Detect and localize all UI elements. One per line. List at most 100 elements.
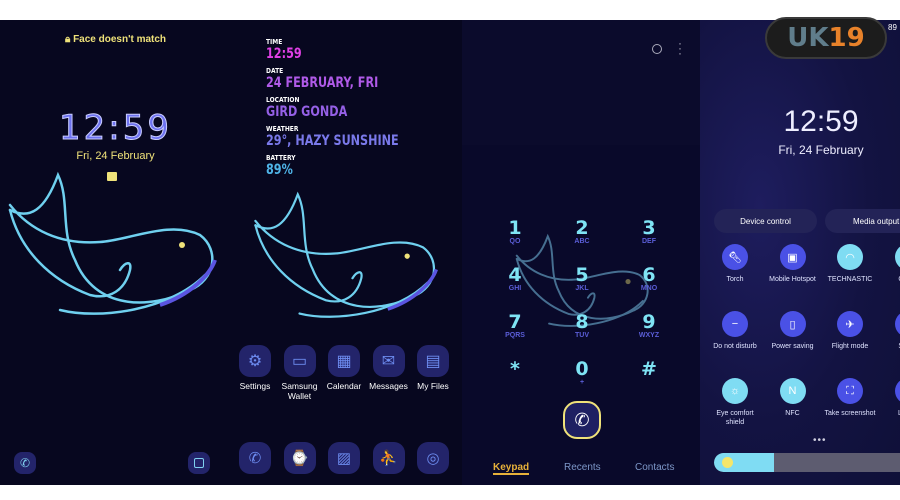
eye-comfort-icon: ☼ — [722, 378, 748, 404]
phone-shortcut-icon[interactable]: ✆ — [14, 452, 36, 474]
tile-label: Power saving — [771, 343, 814, 350]
widget-label: BATTERY — [266, 154, 296, 162]
media-output-button[interactable]: Media output — [825, 209, 900, 233]
screenshot-icon: ⛶ — [837, 378, 863, 404]
tile-eye-comfort-shield[interactable]: ☼ Eye comfort shield — [709, 378, 761, 427]
key-digit: 8 — [575, 311, 589, 333]
tile-label: Do not disturb — [713, 343, 757, 350]
tile-power-saving[interactable]: ▯ Power saving — [767, 311, 819, 351]
tile-scree[interactable]: ▢ Scree — [882, 311, 900, 351]
camera-shortcut-icon[interactable] — [188, 452, 210, 474]
wifi-icon: ◠ — [837, 244, 863, 270]
widget-label: TIME — [266, 38, 283, 46]
tile-torch[interactable]: 🔦︎ Torch — [709, 244, 761, 284]
dial-key-5[interactable]: 5 JKL — [557, 265, 607, 292]
app-label: Samsung Wallet — [281, 381, 318, 401]
key-digit: 0 — [575, 358, 589, 380]
widget-value: GIRD GONDA — [266, 104, 348, 120]
search-icon[interactable] — [652, 44, 662, 54]
app-label: My Files — [417, 381, 449, 391]
hotspot-icon: ▣ — [779, 244, 806, 270]
more-options-icon[interactable]: · · · — [678, 37, 682, 59]
tab-keypad[interactable]: Keypad — [493, 462, 530, 475]
widget-value: 24 FEBRUARY, FRI — [266, 75, 379, 91]
app-label: Messages — [369, 381, 408, 391]
calendar-icon: ▦ — [328, 345, 360, 377]
dial-key-0[interactable]: 0 + — [557, 359, 607, 386]
tile-label: Eye comfort shield — [716, 410, 754, 426]
face-status: 🔒︎ Face doesn't match — [64, 34, 167, 45]
key-letters: DEF — [642, 238, 656, 245]
lock-icon: 🔒︎ — [64, 34, 74, 45]
galaxy-icon: ◉ — [894, 244, 900, 270]
key-letters: + — [579, 379, 585, 386]
dial-key-#[interactable]: # — [624, 359, 674, 379]
lock-clock: 12:59 — [59, 108, 172, 149]
dial-key-8[interactable]: 8 TUV — [557, 312, 607, 339]
dock-app[interactable]: ⛹ — [365, 442, 413, 474]
dial-key-6[interactable]: 6 MNO — [624, 265, 674, 292]
dial-key-2[interactable]: 2 ABC — [557, 218, 607, 245]
tile-label: Take screenshot — [824, 410, 876, 417]
home-panel: TIME 12:59 DATE 24 FEBRUARY, FRI LOCATION GIR… — [231, 20, 462, 485]
tile-label: Scree — [882, 342, 900, 351]
tile-take-screenshot[interactable]: ⛶ Take screenshot — [824, 378, 876, 418]
device-control-button[interactable]: Device control — [714, 209, 817, 233]
dock-app[interactable]: ▨ — [320, 442, 368, 474]
dock-app[interactable]: ✆ — [231, 442, 279, 474]
dial-key-7[interactable]: 7 PQRS — [490, 312, 540, 339]
app-settings[interactable]: ⚙ Settings — [231, 345, 279, 391]
app-my-files[interactable]: ▤ My Files — [409, 345, 457, 391]
tile-label: Flight mode — [831, 343, 869, 350]
dock-app[interactable]: ⌚ — [276, 442, 324, 474]
tile-flight-mode[interactable]: ✈ Flight mode — [824, 311, 876, 351]
widget-label: DATE — [266, 67, 284, 75]
lockscreen-panel: 🔒︎ Face doesn't match 12:59 Fri, 24 Febr… — [0, 20, 231, 485]
key-letters: MNO — [640, 285, 658, 292]
key-digit: 1 — [508, 217, 522, 239]
key-digit: 6 — [642, 264, 656, 286]
tab-recents[interactable]: Recents — [564, 462, 601, 473]
phone-icon: ✆ — [239, 442, 271, 474]
tile-technastic[interactable]: ◠ TECHNASTIC — [824, 244, 876, 284]
lock-date: Fri, 24 February — [76, 150, 155, 162]
app-samsung-wallet[interactable]: ▭ Samsung Wallet — [276, 345, 324, 401]
tile-galax[interactable]: ◉ Galax — [882, 244, 900, 284]
key-digit: 9 — [642, 311, 656, 333]
tile-live-t[interactable]: ▶ Live T — [882, 378, 900, 418]
brightness-slider[interactable] — [714, 453, 900, 472]
dial-key-3[interactable]: 3 DEF — [624, 218, 674, 245]
key-letters: TUV — [575, 332, 589, 339]
key-letters: PQRS — [505, 332, 525, 339]
dnd-icon: − — [722, 311, 748, 337]
tile-do-not-disturb[interactable]: − Do not disturb — [709, 311, 761, 351]
call-button[interactable]: ✆ — [563, 401, 601, 439]
whale-illustration — [8, 171, 217, 315]
watermark-logo: UK 19 — [765, 17, 887, 59]
tile-label: TECHNASTIC — [827, 276, 873, 283]
app-calendar[interactable]: ▦ Calendar — [320, 345, 368, 391]
tile-label: Mobile Hotspot — [769, 276, 816, 283]
page-indicator: ••• — [813, 435, 827, 446]
dock-app[interactable]: ◎ — [409, 442, 457, 474]
tab-contacts[interactable]: Contacts — [635, 462, 674, 473]
nfc-icon: N — [779, 378, 806, 404]
fitness-icon: ⛹ — [372, 442, 405, 474]
key-letters: WXYZ — [638, 332, 660, 339]
my-files-icon: ▤ — [417, 345, 449, 377]
app-messages[interactable]: ✉ Messages — [365, 345, 413, 391]
battery-status: 89 — [888, 23, 897, 32]
dial-key-1[interactable]: 1 QO — [490, 218, 540, 245]
dial-key-9[interactable]: 9 WXYZ — [624, 312, 674, 339]
tile-nfc[interactable]: N NFC — [767, 378, 819, 418]
watch-icon: ⌚ — [283, 442, 316, 474]
dial-key-*[interactable]: * — [490, 359, 540, 379]
dialer-panel: · · · 1 QO 2 ABC 3 DEF 4 GHI 5 JKL 6 MNO 7 PQRS 8 TUV 9 WXY… — [462, 20, 700, 485]
key-digit: # — [641, 358, 657, 380]
live-icon: ▶ — [894, 378, 900, 404]
dial-key-4[interactable]: 4 GHI — [490, 265, 540, 292]
sun-icon — [722, 457, 733, 468]
tile-label: Torch — [726, 276, 744, 283]
gallery-icon: ▨ — [328, 442, 360, 474]
tile-mobile-hotspot[interactable]: ▣ Mobile Hotspot — [767, 244, 819, 284]
